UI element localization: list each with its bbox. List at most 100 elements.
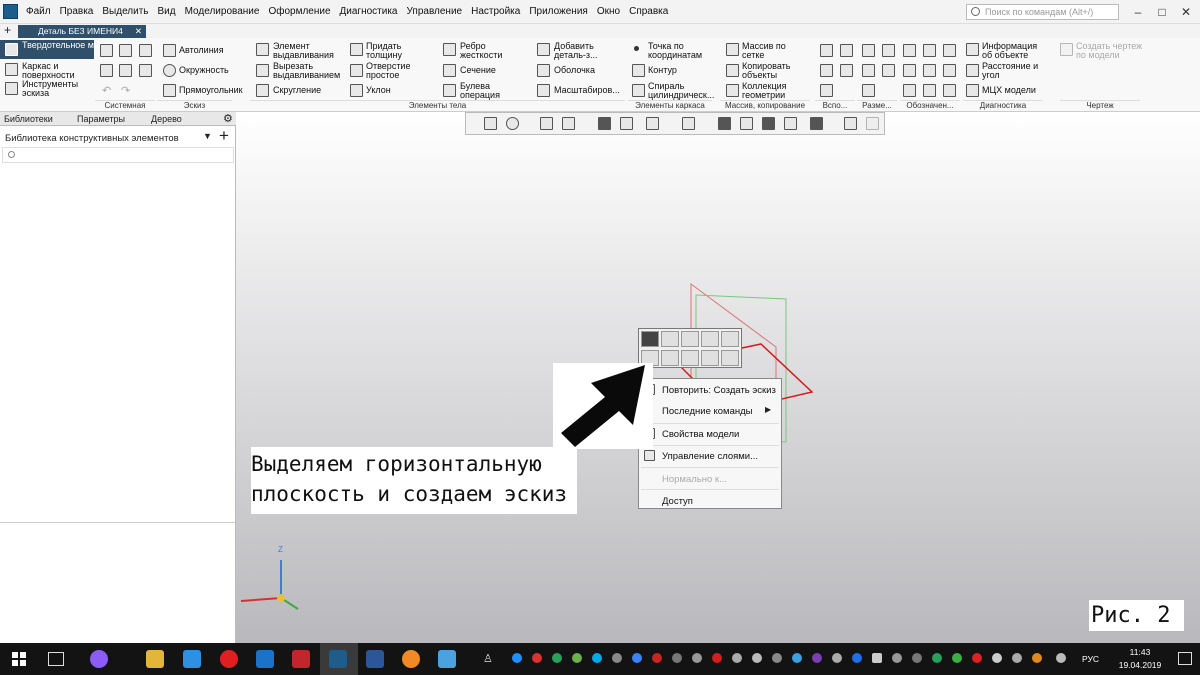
orient-icon[interactable] — [540, 117, 553, 130]
start-button[interactable] — [12, 652, 26, 666]
clock-time[interactable]: 11:43 — [1120, 647, 1160, 657]
tray-app-21-icon[interactable] — [912, 653, 922, 663]
menu-recent-commands[interactable]: Последние команды — [639, 400, 781, 421]
eyedropper-icon[interactable] — [866, 117, 879, 130]
menu-model-properties[interactable]: Свойства модели — [639, 423, 781, 444]
display-icon[interactable] — [682, 117, 695, 130]
extrude-mini-icon[interactable] — [661, 350, 679, 366]
notifications-icon[interactable] — [1178, 652, 1192, 665]
dimension-diameter-icon[interactable] — [882, 64, 895, 77]
hole-button[interactable]: Отверстие простое — [366, 62, 416, 80]
designation-tolerance-icon[interactable] — [903, 64, 916, 77]
axes-icon[interactable] — [562, 117, 575, 130]
tray-pdf-icon[interactable] — [712, 653, 722, 663]
menu-manage[interactable]: Управление — [407, 6, 463, 17]
menu-normal-to[interactable]: Нормально к... — [639, 468, 781, 489]
properties-icon[interactable] — [139, 64, 152, 77]
command-search-input[interactable]: Поиск по командам (Alt+/) — [966, 4, 1119, 20]
add-part-button[interactable]: Добавить деталь-з... — [554, 42, 614, 60]
paint-3d-icon[interactable] — [438, 650, 456, 668]
tray-app-8-icon[interactable] — [652, 653, 662, 663]
open-file-icon[interactable] — [119, 44, 132, 57]
opera-browser-icon[interactable] — [220, 650, 238, 668]
properties-mini-icon[interactable] — [721, 350, 739, 366]
library-search-input[interactable] — [2, 147, 234, 163]
save-icon[interactable] — [139, 44, 152, 57]
menu-select[interactable]: Выделить — [102, 6, 148, 17]
sketch-icon[interactable] — [484, 117, 497, 130]
zoom-fit-icon[interactable] — [721, 331, 739, 347]
language-indicator[interactable]: РУС — [1082, 654, 1099, 664]
tray-app-27-icon[interactable] — [1032, 653, 1042, 663]
tab-libraries[interactable]: Библиотеки — [4, 114, 53, 124]
menu-modeling[interactable]: Моделирование — [185, 6, 260, 17]
menu-layer-management[interactable]: Управление слоями... — [639, 445, 781, 466]
ms-word-icon[interactable] — [366, 650, 384, 668]
selection-filter-icon[interactable] — [810, 117, 823, 130]
tray-app-15-icon[interactable] — [792, 653, 802, 663]
tray-battery-icon[interactable] — [872, 653, 882, 663]
redo-icon[interactable]: ↷ — [121, 84, 130, 97]
tray-app-10-icon[interactable] — [692, 653, 702, 663]
file-explorer-icon[interactable] — [146, 650, 164, 668]
tray-app-23-icon[interactable] — [952, 653, 962, 663]
library-dropdown-icon[interactable]: ▼ — [203, 131, 212, 141]
aux-line-icon[interactable] — [840, 64, 853, 77]
task-view-icon[interactable] — [48, 652, 64, 666]
menu-view[interactable]: Вид — [158, 6, 176, 17]
panel-settings-icon[interactable]: ⚙ — [223, 112, 233, 125]
kompas-3d-icon[interactable] — [329, 650, 347, 668]
scale-button[interactable]: Масштабиров... — [554, 86, 620, 95]
solid-mode-icon[interactable] — [661, 331, 679, 347]
tray-app-22-icon[interactable] — [932, 653, 942, 663]
tray-app-14-icon[interactable] — [772, 653, 782, 663]
filter-geometry-icon[interactable] — [718, 117, 731, 130]
wireframe-mode-icon[interactable] — [681, 331, 699, 347]
new-tab-button[interactable]: + — [4, 24, 11, 37]
designation-table-icon[interactable] — [923, 84, 936, 97]
print-icon[interactable] — [100, 64, 113, 77]
layers-view-icon[interactable] — [762, 117, 775, 130]
app-logo-icon[interactable] — [3, 4, 18, 19]
menu-format[interactable]: Оформление — [268, 6, 330, 17]
tray-bluetooth-icon[interactable] — [852, 653, 862, 663]
measure-icon[interactable] — [844, 117, 857, 130]
menu-apps[interactable]: Приложения — [529, 6, 588, 17]
app-taskbar-icon[interactable] — [402, 650, 420, 668]
wireframe-view-icon[interactable] — [620, 117, 633, 130]
plane-mini-icon[interactable] — [681, 350, 699, 366]
tray-app-12-icon[interactable] — [732, 653, 742, 663]
people-icon[interactable]: ♙ — [483, 652, 493, 665]
alice-assistant-icon[interactable] — [90, 650, 108, 668]
geometry-collection-button[interactable]: Коллекция геометрии — [742, 82, 797, 100]
menu-repeat-create-sketch[interactable]: Повторить: Создать эскиз — [639, 379, 781, 400]
dimension-radius-icon[interactable] — [862, 64, 875, 77]
menu-file[interactable]: Файл — [26, 6, 51, 17]
tray-app-6-icon[interactable] — [612, 653, 622, 663]
menu-edit[interactable]: Правка — [60, 6, 94, 17]
network-icon[interactable] — [1012, 653, 1022, 663]
shell-button[interactable]: Оболочка — [554, 66, 595, 75]
mode-surfaces[interactable]: Каркас и поверхности — [22, 62, 92, 80]
tray-app-9-icon[interactable] — [672, 653, 682, 663]
section-view-icon[interactable] — [740, 117, 753, 130]
group-diagnostics[interactable]: Диагностика — [963, 100, 1043, 111]
tray-skype-icon[interactable] — [592, 653, 602, 663]
edge-browser-icon[interactable] — [256, 650, 274, 668]
tab-close-icon[interactable]: ✕ — [135, 26, 142, 37]
volume-icon[interactable] — [992, 653, 1002, 663]
tray-app-24-icon[interactable] — [972, 653, 982, 663]
dimension-linear-icon[interactable] — [862, 44, 875, 57]
designation-roughness-icon[interactable] — [923, 44, 936, 57]
rectangle-button[interactable]: Прямоугольник — [179, 86, 243, 95]
menu-diagnostics[interactable]: Диагностика — [340, 6, 398, 17]
designation-leader-icon[interactable] — [923, 64, 936, 77]
cut-extrude-button[interactable]: Вырезать выдавливанием — [273, 62, 345, 80]
thicken-button[interactable]: Придать толщину — [366, 42, 416, 60]
dimension-auto-icon[interactable] — [862, 84, 875, 97]
shaded-mode-icon[interactable] — [641, 331, 659, 347]
contour-button[interactable]: Контур — [648, 66, 677, 75]
aux-point-icon[interactable] — [820, 64, 833, 77]
draft-button[interactable]: Уклон — [366, 86, 391, 95]
menu-access[interactable]: Доступ — [639, 490, 781, 511]
